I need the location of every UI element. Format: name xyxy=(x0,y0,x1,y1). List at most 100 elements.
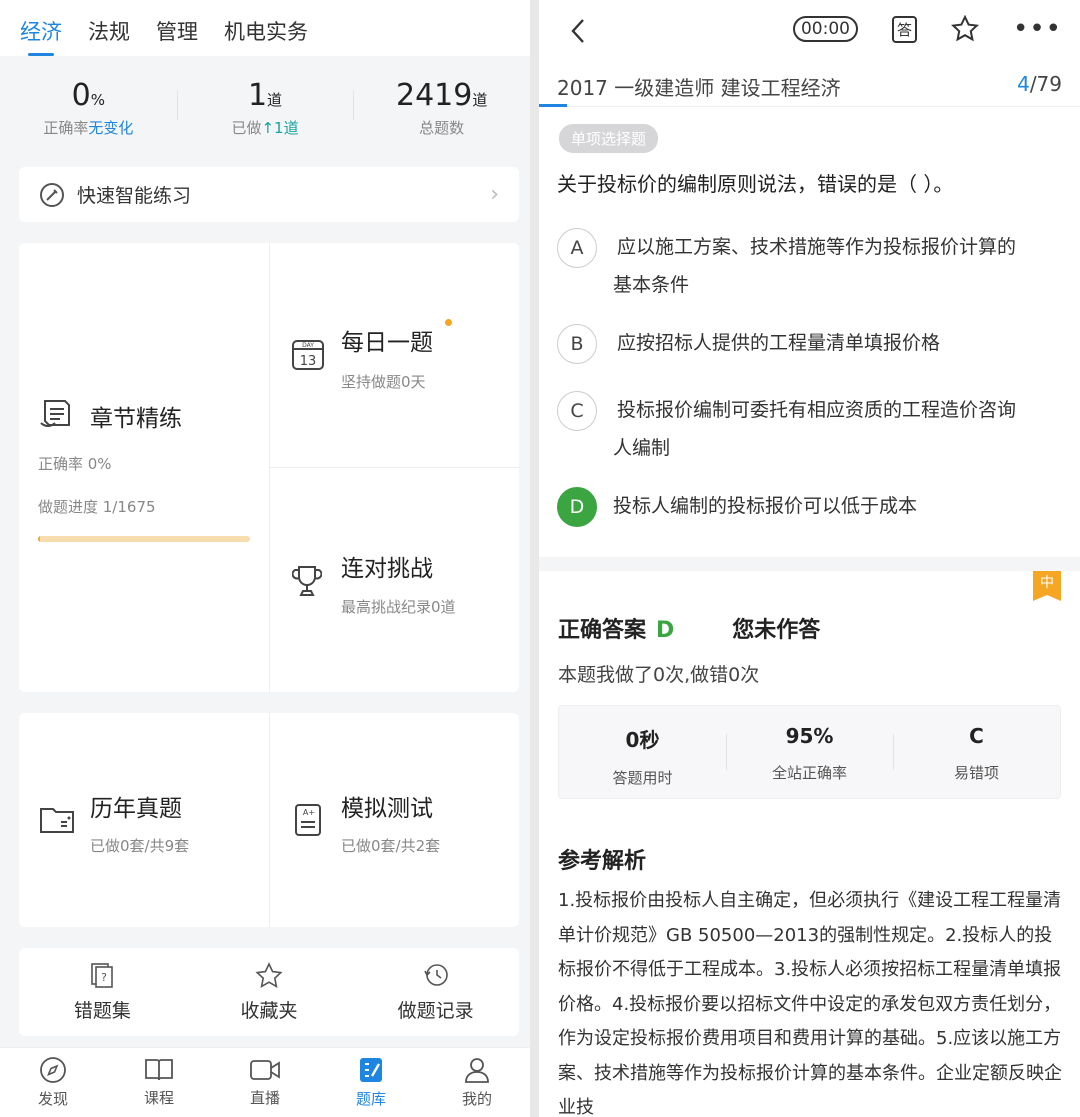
quick-practice-button[interactable]: 快速智能练习 › xyxy=(19,167,519,222)
stat-time-label: 答题用时 xyxy=(612,769,673,787)
option-c-text-2: 人编制 xyxy=(613,437,671,459)
challenge-sub: 最高挑战纪录0道 xyxy=(341,598,456,616)
chapter-progress-text: 做题进度 1/1675 xyxy=(38,498,156,516)
exam-subject: 2017 一级建造师 建设工程经济 xyxy=(557,76,841,100)
exam-grid: 历年真题 已做0套/共9套 A+ 模拟测试 已做0套/共2套 xyxy=(19,713,519,927)
mock-test-card[interactable]: A+ 模拟测试 已做0套/共2套 xyxy=(270,713,519,927)
star-icon xyxy=(255,961,283,988)
nav-profile[interactable]: 我的 xyxy=(424,1048,530,1117)
stats-bar: 0% 正确率无变化 1道 已做↑1道 2419道 总题数 xyxy=(0,56,530,160)
accuracy-change: 无变化 xyxy=(88,119,134,137)
option-d-text: 投标人编制的投标报价可以低于成本 xyxy=(613,495,918,517)
option-d-key: D xyxy=(557,487,597,527)
chapter-progress-bar xyxy=(38,536,250,542)
subject-tabs: 经济 法规 管理 机电实务 xyxy=(0,0,530,56)
stat-time-value: 0秒 xyxy=(625,728,660,752)
difficulty-badge: 中 xyxy=(1033,571,1061,601)
option-c-key: C xyxy=(557,391,597,431)
past-exams-card[interactable]: 历年真题 已做0套/共9套 xyxy=(19,713,269,927)
history-icon xyxy=(423,963,448,986)
total-unit: 道 xyxy=(472,91,488,109)
mock-title: 模拟测试 xyxy=(341,796,433,822)
total-value: 2419 xyxy=(395,78,473,113)
question-doc-icon: ? xyxy=(91,962,114,988)
accuracy-label: 正确率 xyxy=(43,119,89,137)
option-b-text: 应按招标人提供的工程量清单填报价格 xyxy=(617,332,941,354)
question-toolbar: 00:00 答 ••• xyxy=(539,0,1080,60)
option-b[interactable]: B 应按招标人提供的工程量清单填报价格 xyxy=(557,324,1062,364)
tab-economics[interactable]: 经济 xyxy=(20,16,62,56)
history-button[interactable]: 做题记录 xyxy=(352,948,519,1036)
stat-site-accuracy-value: 95% xyxy=(785,724,834,748)
chevron-right-icon: › xyxy=(490,182,499,207)
option-d[interactable]: D 投标人编制的投标报价可以低于成本 xyxy=(557,487,1062,527)
svg-text:13: 13 xyxy=(300,354,317,369)
stat-common-wrong: C 易错项 xyxy=(893,706,1060,798)
correct-answer-value: D xyxy=(656,618,675,643)
question-detail: 00:00 答 ••• 2017 一级建造师 建设工程经济 4/79 单项选择题… xyxy=(539,0,1080,1117)
streak-challenge-card[interactable]: 连对挑战 最高挑战纪录0道 xyxy=(270,468,519,692)
star-outline-icon[interactable] xyxy=(950,15,979,43)
tools-bar: ? 错题集 收藏夹 做题记录 xyxy=(19,948,519,1036)
stat-accuracy: 0% 正确率无变化 xyxy=(0,78,177,138)
attempt-count: 本题我做了0次,做错0次 xyxy=(558,664,760,686)
tab-regulations[interactable]: 法规 xyxy=(88,16,130,56)
svg-text:DAY: DAY xyxy=(302,342,314,349)
trophy-icon xyxy=(292,566,322,596)
tab-management[interactable]: 管理 xyxy=(156,16,198,56)
nav-discover[interactable]: 发现 xyxy=(0,1048,106,1117)
chapter-progress-fill xyxy=(38,536,41,542)
question-bank-icon xyxy=(360,1058,382,1082)
done-label: 已做 xyxy=(231,119,262,137)
more-options-icon[interactable]: ••• xyxy=(1013,14,1062,44)
nav-profile-label: 我的 xyxy=(461,1090,492,1108)
back-arrow-icon[interactable] xyxy=(567,16,591,46)
your-answer-status: 您未作答 xyxy=(732,618,821,643)
timer-display[interactable]: 00:00 xyxy=(792,16,858,42)
video-camera-icon xyxy=(250,1060,280,1080)
question-progress-bar xyxy=(539,104,567,107)
stat-time: 0秒答题用时 xyxy=(559,706,726,798)
answer-result: 正确答案 D 您未作答 xyxy=(558,612,820,644)
daily-sub: 坚持做题0天 xyxy=(341,373,426,391)
done-unit: 道 xyxy=(267,91,283,109)
bottom-navigation: 发现 课程 直播 题库 我的 xyxy=(0,1047,530,1117)
favorites-button[interactable]: 收藏夹 xyxy=(186,948,353,1036)
svg-text:?: ? xyxy=(101,971,107,984)
progress-total: /79 xyxy=(1029,72,1062,96)
stat-done: 1道 已做↑1道 xyxy=(176,78,354,138)
mock-sub: 已做0套/共2套 xyxy=(341,837,441,855)
practice-grid: 章节精练 正确率 0% 做题进度 1/1675 DAY 13 每日一题 坚持做题0… xyxy=(19,243,519,692)
done-change: ↑1道 xyxy=(261,119,299,137)
accuracy-unit: % xyxy=(90,91,106,109)
user-icon xyxy=(465,1058,489,1083)
history-label: 做题记录 xyxy=(397,999,474,1022)
quick-practice-label: 快速智能练习 xyxy=(77,185,192,207)
chapter-practice-card[interactable]: 章节精练 正确率 0% 做题进度 1/1675 xyxy=(19,243,269,692)
unread-dot xyxy=(445,319,452,326)
nav-question-bank[interactable]: 题库 xyxy=(318,1048,424,1117)
question-text: 关于投标价的编制原则说法，错误的是（ ）。 xyxy=(557,172,954,196)
nav-live[interactable]: 直播 xyxy=(212,1048,318,1117)
past-title: 历年真题 xyxy=(90,796,182,822)
progress-current: 4 xyxy=(1017,72,1030,96)
correct-answer-label: 正确答案 xyxy=(558,618,647,643)
tab-mechanical[interactable]: 机电实务 xyxy=(224,16,308,56)
answer-sheet-icon[interactable]: 答 xyxy=(891,15,917,43)
book-scroll-icon xyxy=(40,400,70,427)
option-a[interactable]: A 应以施工方案、技术措施等作为投标报价计算的 基本条件 xyxy=(557,228,1062,304)
question-progress: 4/79 xyxy=(1017,72,1062,96)
wrong-questions-button[interactable]: ? 错题集 xyxy=(19,948,186,1036)
done-value: 1 xyxy=(247,78,268,113)
answer-stats: 0秒 答题用时 95% 全站正确率 C 易错项 xyxy=(558,705,1061,799)
option-c[interactable]: C 投标报价编制可委托有相应资质的工程造价咨询人编制 xyxy=(557,391,1062,467)
svg-text:A+: A+ xyxy=(303,808,315,817)
nav-discover-label: 发现 xyxy=(37,1090,68,1108)
daily-question-card[interactable]: DAY 13 每日一题 坚持做题0天 xyxy=(270,243,519,467)
option-a-text-2: 基本条件 xyxy=(613,274,690,296)
challenge-title: 连对挑战 xyxy=(341,556,433,582)
compass-icon xyxy=(40,1057,66,1083)
option-c-text: 投标报价编制可委托有相应资质的工程造价咨询 xyxy=(617,399,1017,421)
stat-total: 2419道 总题数 xyxy=(353,78,530,138)
nav-courses[interactable]: 课程 xyxy=(106,1048,212,1117)
